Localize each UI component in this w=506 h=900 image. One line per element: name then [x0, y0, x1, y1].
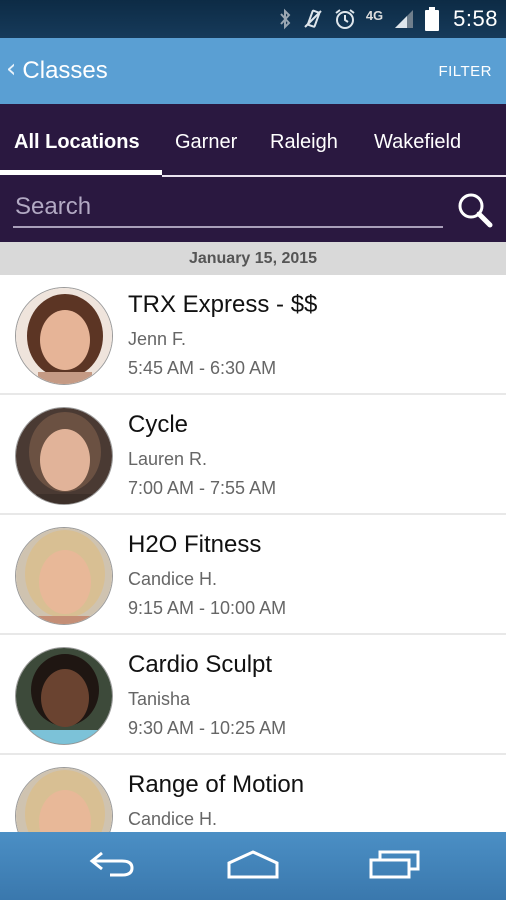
- avatar: [15, 647, 113, 745]
- class-name: Range of Motion: [128, 771, 305, 798]
- page-title: Classes: [22, 57, 108, 84]
- class-name: Cycle: [128, 411, 189, 438]
- network-4g-icon: 4G: [365, 7, 384, 23]
- search-input[interactable]: [13, 188, 443, 228]
- battery-icon: [425, 7, 440, 31]
- avatar: [15, 287, 113, 385]
- instructor-name: Candice H.: [128, 569, 218, 589]
- list-item[interactable]: H2O Fitness Candice H. 9:15 AM - 10:00 A…: [0, 515, 506, 635]
- active-tab-indicator: [0, 170, 162, 175]
- tab-raleigh[interactable]: Raleigh: [270, 104, 338, 180]
- class-name: H2O Fitness: [128, 531, 262, 558]
- class-time: 5:45 AM - 6:30 AM: [128, 358, 277, 378]
- vibrate-off-icon: [302, 8, 324, 30]
- tab-wakefield[interactable]: Wakefield: [374, 104, 461, 180]
- search-bar: [0, 180, 506, 242]
- back-nav-button[interactable]: [63, 832, 163, 900]
- signal-icon: [393, 8, 415, 30]
- instructor-name: Tanisha: [128, 689, 191, 709]
- filter-button[interactable]: FILTER: [438, 38, 492, 104]
- avatar: [15, 767, 113, 832]
- status-bar: 4G 5:58: [0, 0, 506, 38]
- class-time: 9:15 AM - 10:00 AM: [128, 598, 287, 618]
- back-nav-icon: [88, 849, 138, 884]
- app-bar: ‹ Classes FILTER: [0, 38, 506, 104]
- alarm-icon: [334, 8, 356, 30]
- system-nav-bar: [0, 832, 506, 900]
- recent-apps-icon: [368, 848, 422, 885]
- instructor-name: Candice H.: [128, 809, 218, 829]
- chevron-left-icon: ‹: [6, 54, 17, 84]
- home-nav-button[interactable]: [203, 832, 303, 900]
- class-time: 7:00 AM - 7:55 AM: [128, 478, 277, 498]
- avatar: [15, 527, 113, 625]
- home-nav-icon: [226, 849, 280, 884]
- search-icon[interactable]: [457, 192, 493, 228]
- date-header: January 15, 2015: [0, 242, 506, 275]
- list-item[interactable]: Cardio Sculpt Tanisha 9:30 AM - 10:25 AM: [0, 635, 506, 755]
- avatar: [15, 407, 113, 505]
- back-button[interactable]: ‹ Classes: [6, 38, 108, 104]
- class-time: 9:30 AM - 10:25 AM: [128, 718, 287, 738]
- class-list: TRX Express - $$ Jenn F. 5:45 AM - 6:30 …: [0, 275, 506, 832]
- list-item[interactable]: Range of Motion Candice H.: [0, 755, 506, 832]
- recent-apps-button[interactable]: [345, 832, 445, 900]
- instructor-name: Jenn F.: [128, 329, 187, 349]
- tab-garner[interactable]: Garner: [175, 104, 237, 180]
- tab-all-locations[interactable]: All Locations: [14, 104, 140, 180]
- tab-divider: [162, 175, 506, 177]
- instructor-name: Lauren R.: [128, 449, 208, 469]
- class-name: Cardio Sculpt: [128, 651, 273, 678]
- location-tabs: All Locations Garner Raleigh Wakefield: [0, 104, 506, 180]
- class-name: TRX Express - $$: [128, 291, 318, 318]
- list-item[interactable]: TRX Express - $$ Jenn F. 5:45 AM - 6:30 …: [0, 275, 506, 395]
- status-icons: 4G 5:58: [278, 0, 498, 38]
- status-clock: 5:58: [453, 6, 498, 31]
- list-item[interactable]: Cycle Lauren R. 7:00 AM - 7:55 AM: [0, 395, 506, 515]
- bluetooth-icon: [278, 8, 292, 30]
